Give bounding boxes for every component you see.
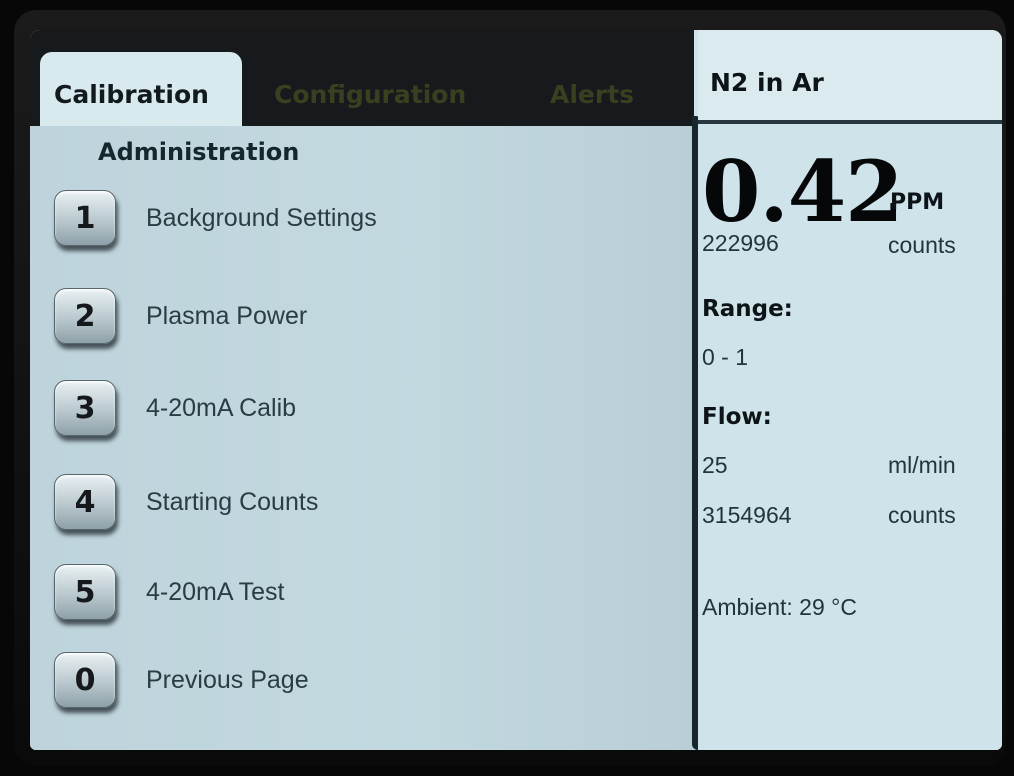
flow-counts-label: counts bbox=[888, 502, 956, 528]
concentration-counts: 222996 bbox=[702, 230, 779, 256]
key-0-button[interactable]: 0 bbox=[54, 652, 116, 708]
menu-item-label: Plasma Power bbox=[146, 301, 308, 330]
tab-calibration[interactable]: Calibration bbox=[40, 52, 242, 126]
section-title: Administration bbox=[98, 138, 300, 166]
menu-item-background-settings[interactable]: 1 Background Settings bbox=[54, 186, 614, 250]
menu-item-label: 4-20mA Test bbox=[146, 577, 285, 606]
menu-item-4-20ma-calib[interactable]: 3 4-20mA Calib bbox=[54, 376, 614, 440]
gas-label: N2 in Ar bbox=[710, 68, 824, 97]
key-3-button[interactable]: 3 bbox=[54, 380, 116, 436]
menu-item-label: Previous Page bbox=[146, 665, 309, 694]
flow-value: 25 bbox=[702, 452, 728, 478]
concentration-value: 0.42 bbox=[702, 142, 904, 241]
key-4-button[interactable]: 4 bbox=[54, 474, 116, 530]
menu-item-starting-counts[interactable]: 4 Starting Counts bbox=[54, 470, 614, 534]
panel-divider bbox=[692, 116, 698, 750]
concentration-counts-label: counts bbox=[888, 232, 956, 258]
range-label: Range: bbox=[702, 296, 793, 322]
key-1-button[interactable]: 1 bbox=[54, 190, 116, 246]
menu-item-plasma-power[interactable]: 2 Plasma Power bbox=[54, 284, 614, 348]
menu-item-label: Background Settings bbox=[146, 203, 377, 232]
key-5-button[interactable]: 5 bbox=[54, 564, 116, 620]
range-value: 0 - 1 bbox=[702, 344, 749, 370]
display-screen: Calibration Configuration Alerts Adminis… bbox=[30, 30, 1002, 750]
tab-configuration[interactable]: Configuration bbox=[274, 52, 504, 126]
flow-label: Flow: bbox=[702, 404, 772, 430]
key-2-button[interactable]: 2 bbox=[54, 288, 116, 344]
menu-item-label: 4-20mA Calib bbox=[146, 393, 297, 422]
menu-item-4-20ma-test[interactable]: 5 4-20mA Test bbox=[54, 560, 614, 624]
concentration-unit: PPM bbox=[890, 190, 945, 215]
tab-alerts[interactable]: Alerts bbox=[550, 52, 650, 126]
flow-unit: ml/min bbox=[888, 452, 956, 478]
menu-item-previous-page[interactable]: 0 Previous Page bbox=[54, 648, 614, 712]
flow-counts: 3154964 bbox=[702, 502, 792, 528]
ambient-temperature: Ambient: 29 °C bbox=[702, 594, 857, 620]
menu-item-label: Starting Counts bbox=[146, 487, 319, 516]
